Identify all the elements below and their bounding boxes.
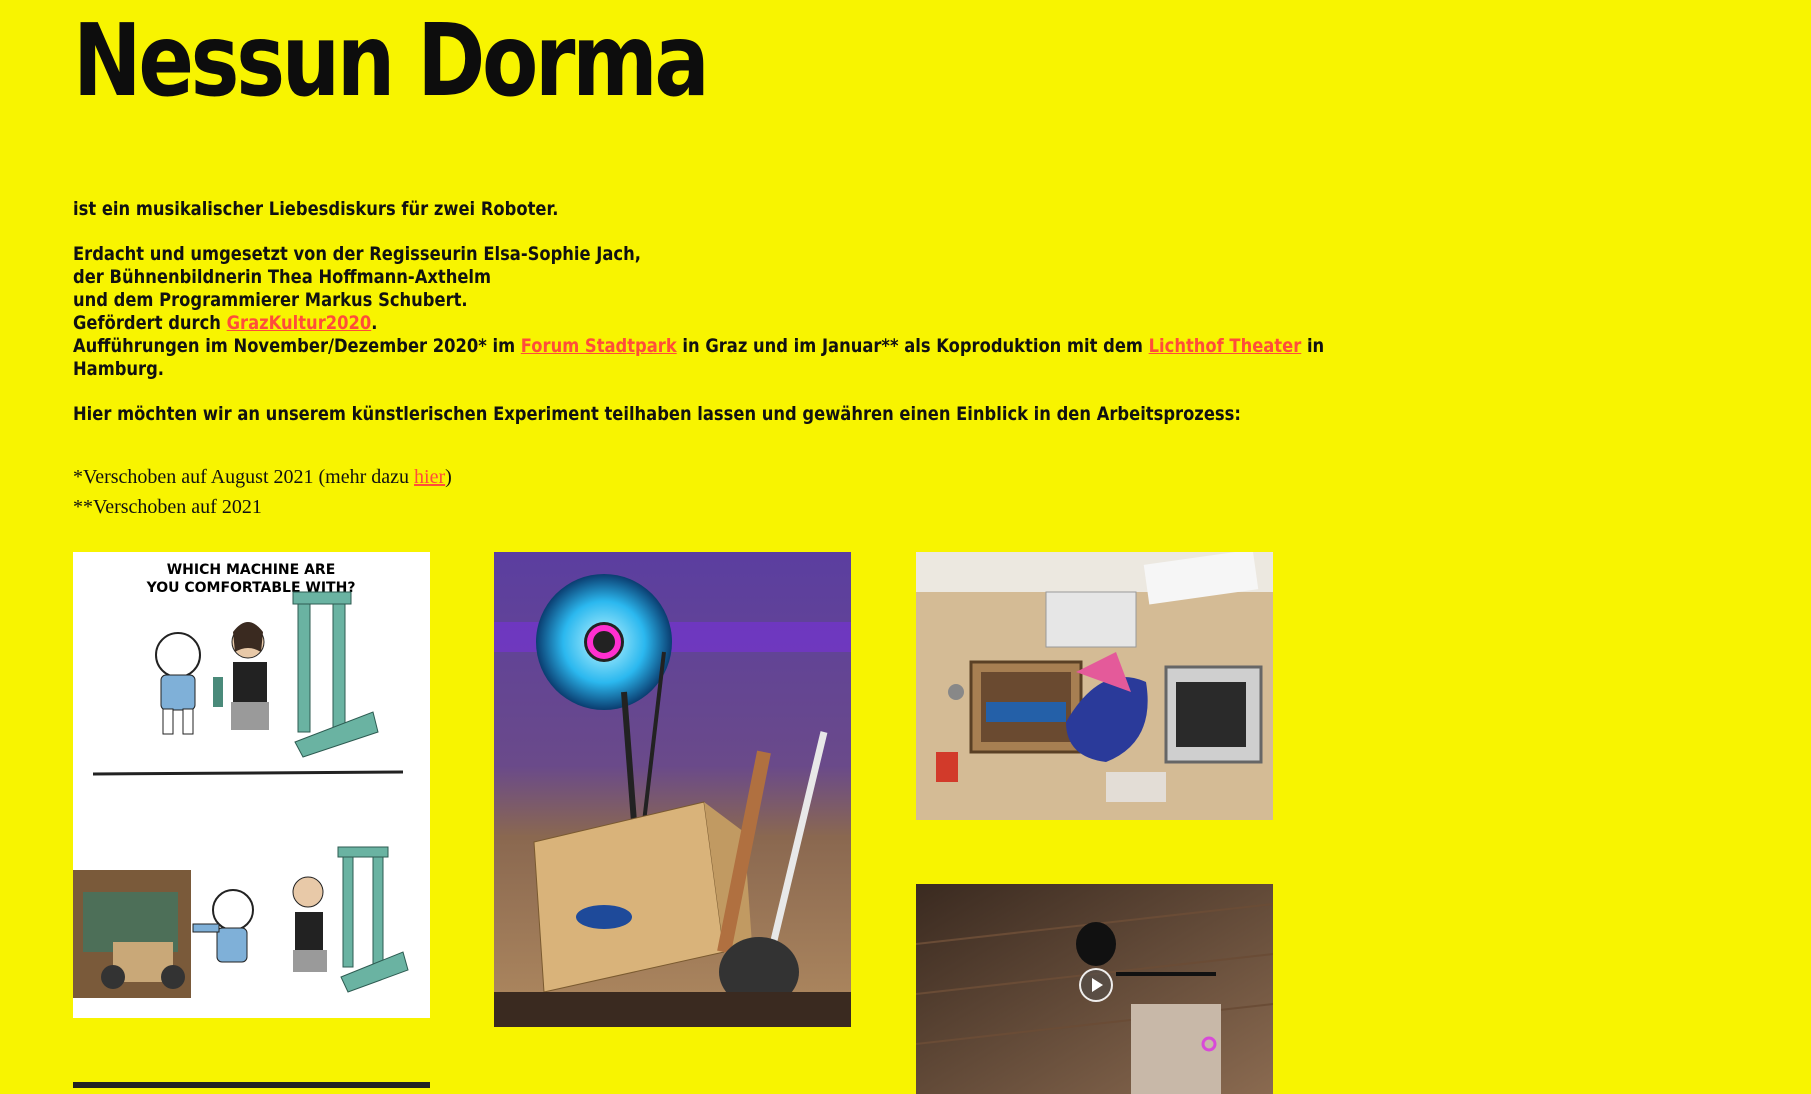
funding-line: Gefördert durch GrazKultur2020. — [73, 312, 378, 334]
workshop-photo-graphic — [916, 552, 1273, 820]
intro-text: ist ein musikalischer Liebesdiskurs für … — [73, 198, 1325, 426]
video-thumbnail[interactable] — [916, 884, 1273, 1094]
experiment-line: Hier möchten wir an unserem künstlerisch… — [73, 403, 1241, 425]
gallery-image-partial[interactable] — [73, 1082, 430, 1088]
note-2: **Verschoben auf 2021 — [73, 496, 262, 518]
performance-line-2: Hamburg. — [73, 358, 165, 380]
credit-designer: der Bühnenbildnerin Thea Hoffmann-Axthel… — [73, 266, 492, 288]
robot-photo[interactable] — [494, 552, 851, 1027]
credit-programmer: und dem Programmierer Markus Schubert. — [73, 289, 468, 311]
credit-director: Erdacht und umgesetzt von der Regisseuri… — [73, 243, 641, 265]
note-1: *Verschoben auf August 2021 (mehr dazu h… — [73, 466, 452, 488]
page-title: Nessun Dorma — [73, 2, 710, 119]
lichthof-theater-link[interactable]: Lichthof Theater — [1149, 335, 1302, 357]
comic-caption-1: WHICH MACHINE ARE — [167, 562, 336, 578]
workshop-photo[interactable] — [916, 552, 1273, 820]
comic-image[interactable]: WHICH MACHINE ARE YOU COMFORTABLE WITH? — [73, 552, 430, 1018]
forum-stadtpark-link[interactable]: Forum Stadtpark — [521, 335, 677, 357]
grazkultur-link[interactable]: GrazKultur2020 — [227, 312, 372, 334]
robot-photo-graphic — [494, 552, 851, 1027]
play-icon[interactable] — [1079, 968, 1113, 1002]
performance-line: Aufführungen im November/Dezember 2020* … — [73, 335, 1325, 357]
comic-drawing: WHICH MACHINE ARE YOU COMFORTABLE WITH? — [73, 552, 430, 1018]
intro-line: ist ein musikalischer Liebesdiskurs für … — [73, 198, 559, 220]
more-info-link[interactable]: hier — [414, 466, 445, 488]
notes: *Verschoben auf August 2021 (mehr dazu h… — [73, 462, 452, 522]
